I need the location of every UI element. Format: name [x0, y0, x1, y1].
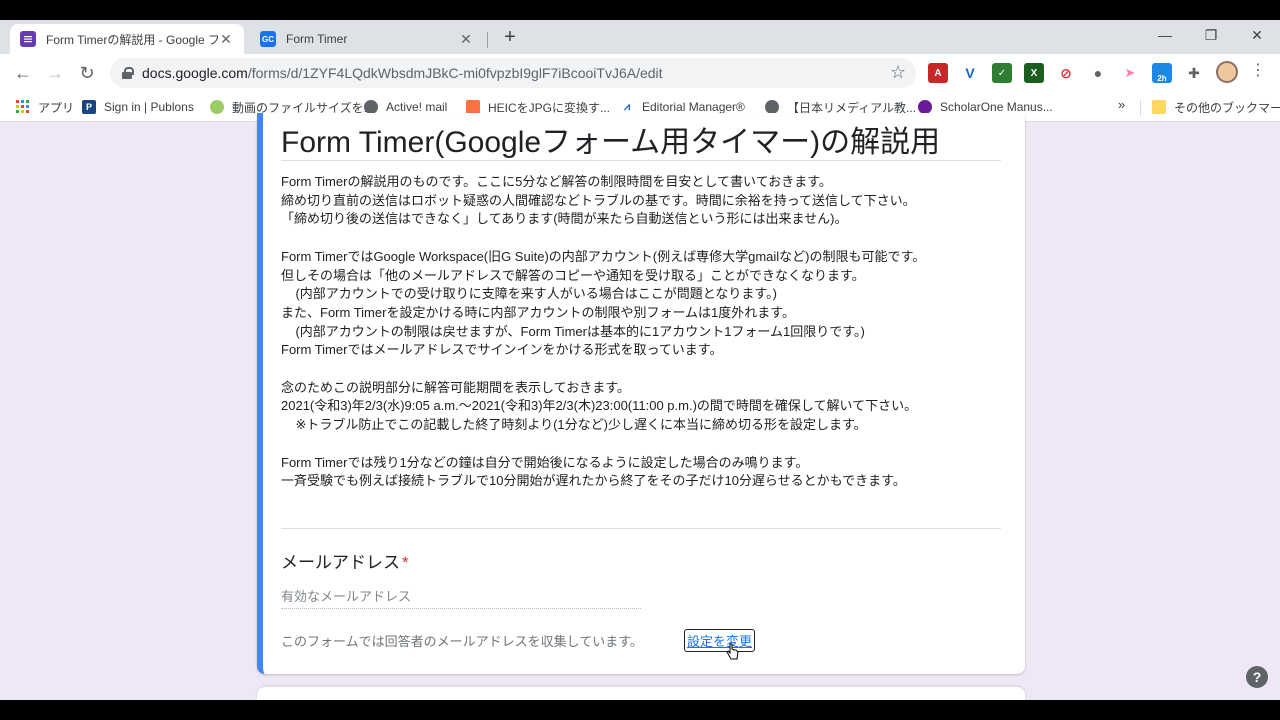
change-settings-link[interactable]: 設定を変更 [684, 629, 756, 652]
form-title: Form Timer(Googleフォーム用タイマー)の解説用 [281, 126, 941, 159]
bookmark-label: アプリ [38, 100, 75, 115]
tab-title: Form Timerの解説用 - Google フォ [46, 32, 218, 47]
description-line: ※トラブル防止でこの記載した終了時刻より(1分など)少し遅くに本当に締め切る形を… [281, 417, 867, 433]
tab-title: Form Timer [286, 32, 348, 46]
next-question-card [257, 687, 1025, 700]
bookmarks-overflow-chevron-icon[interactable]: » [1118, 97, 1125, 112]
publons-icon: P [82, 100, 96, 114]
check-extension-icon[interactable]: ✓ [992, 63, 1012, 83]
description-line [281, 435, 1011, 454]
description-line: また、Form Timerを設定かける時に内部アカウントの制限や別フォームは1度… [281, 304, 795, 320]
em-icon: ⩘ [620, 100, 634, 114]
bookmark-publons[interactable]: P Sign in | Publons [82, 98, 194, 116]
acrobat-extension-icon[interactable]: A [928, 63, 948, 83]
timer-extension-icon[interactable]: 2h [1152, 63, 1172, 83]
bookmark-apps[interactable]: アプリ [16, 98, 74, 116]
profile-avatar[interactable] [1216, 61, 1238, 83]
forward-button[interactable]: → [42, 60, 68, 86]
blocked-extension-icon[interactable]: ⊘ [1056, 63, 1076, 83]
question-text: メールアドレス [281, 553, 400, 572]
description-line [281, 360, 1011, 379]
description-line [281, 229, 1011, 248]
bookmark-label: Sign in | Publons [104, 100, 194, 114]
letterbox-bottom [0, 700, 1280, 720]
hand-cursor-icon [726, 643, 739, 660]
browser-window: Form Timerの解説用 - Google フォ ✕ GC Form Tim… [0, 20, 1280, 700]
close-window-button[interactable]: ✕ [1234, 24, 1280, 48]
forms-icon [20, 31, 36, 47]
extensions-puzzle-icon[interactable]: ✚ [1184, 63, 1204, 83]
description-line: 締め切り直前の送信はロボット疑惑の人間確認などトラブルの基です。時間に余裕を持っ… [281, 192, 916, 208]
description-line: Form Timerではメールアドレスでサインインをかける形式を取っています。 [281, 342, 723, 358]
url-text: docs.google.com/forms/d/1ZYF4LQdkWbsdmJB… [142, 65, 663, 81]
description-line: (内部アカウントの制限は戻せますが、Form Timerは基本的に1アカウント1… [281, 323, 865, 339]
video-icon [210, 100, 224, 114]
bookmark-label: Editorial Manager® [642, 100, 745, 114]
restore-button[interactable]: ❐ [1188, 24, 1234, 48]
description-line: 一斉受験でも例えば接続トラブルで10分開始が遅れたから終了をその子だけ10分遅ら… [281, 473, 906, 489]
close-tab-icon[interactable]: ✕ [218, 31, 234, 48]
apps-grid-icon [16, 100, 30, 114]
minimize-button[interactable]: — [1142, 24, 1188, 48]
tab-separator [487, 32, 488, 48]
form-description: Form Timerの解説用のものです。ここに5分など解答の制限時間を目安として… [281, 173, 1011, 491]
folder-icon [1152, 100, 1166, 114]
new-tab-button[interactable]: + [498, 26, 522, 50]
email-field[interactable] [281, 585, 641, 609]
x-extension-icon[interactable]: X [1024, 63, 1044, 83]
email-collect-note: このフォームでは回答者のメールアドレスを収集しています。 [281, 634, 643, 649]
globe-icon [765, 100, 779, 114]
browser-menu-icon[interactable]: ⋮ [1250, 60, 1266, 80]
bookmarks-separator [1140, 100, 1141, 116]
heic-icon [466, 100, 480, 114]
bookmark-star-icon[interactable]: ☆ [890, 62, 906, 83]
globe-icon [364, 100, 378, 114]
description-line: Form Timerの解説用のものです。ここに5分など解答の制限時間を目安として… [281, 174, 832, 189]
forms-page: Form Timer(Googleフォーム用タイマー)の解説用 Form Tim… [0, 113, 1280, 700]
bookmark-label: その他のブックマーク [1174, 100, 1280, 115]
description-line: (内部アカウントでの受け取りに支障を来す人がいる場合はここが問題となります。) [281, 286, 777, 302]
gc-icon: GC [260, 31, 276, 47]
description-line: 但しその場合は「他のメールアドレスで解答のコピーや通知を受け取る」ことができなく… [281, 267, 865, 283]
description-line: Form TimerではGoogle Workspace(旧G Suite)の内… [281, 248, 926, 264]
tab-form-timer-explanation[interactable]: Form Timerの解説用 - Google フォ ✕ [10, 24, 244, 54]
email-question-label: メールアドレス * [281, 548, 409, 573]
scholarone-icon [918, 100, 932, 114]
section-divider [281, 528, 1001, 529]
bookmark-label: Active! mail [386, 100, 448, 114]
tab-strip: Form Timerの解説用 - Google フォ ✕ GC Form Tim… [0, 20, 1280, 54]
help-icon[interactable]: ? [1246, 666, 1268, 688]
tab-form-timer[interactable]: GC Form Timer ✕ [250, 24, 484, 54]
reload-button[interactable]: ↻ [74, 60, 100, 86]
back-button[interactable]: ← [10, 60, 36, 86]
arrow-extension-icon[interactable]: ➤ [1120, 63, 1140, 83]
browser-toolbar: ← → ↻ docs.google.com/forms/d/1ZYF4LQdkW… [0, 54, 1280, 92]
letterbox-top [0, 0, 1280, 20]
address-bar[interactable]: docs.google.com/forms/d/1ZYF4LQdkWbsdmJB… [110, 58, 916, 88]
description-line: 2021(令和3)年2/3(水)9:05 a.m.～2021(令和3)年2/3(… [281, 398, 918, 414]
title-divider [281, 160, 1001, 161]
form-header-card: Form Timer(Googleフォーム用タイマー)の解説用 Form Tim… [257, 113, 1025, 674]
lock-icon [122, 67, 134, 79]
required-asterisk: * [402, 553, 409, 572]
v-extension-icon[interactable]: V [960, 63, 980, 83]
description-line: 「締め切り後の送信はできなく」してあります(時間が来たら自動送信という形には出来… [281, 211, 848, 227]
close-tab-icon[interactable]: ✕ [458, 31, 474, 48]
circle-extension-icon[interactable]: ● [1088, 63, 1108, 83]
description-line: 念のためこの説明部分に解答可能期間を表示しておきます。 [281, 379, 630, 395]
bookmark-other-folder[interactable]: その他のブックマーク [1152, 98, 1280, 116]
description-line: Form Timerでは残り1分などの鐘は自分で開始後になるように設定した場合の… [281, 454, 809, 470]
bookmark-label: ScholarOne Manus... [940, 100, 1053, 114]
